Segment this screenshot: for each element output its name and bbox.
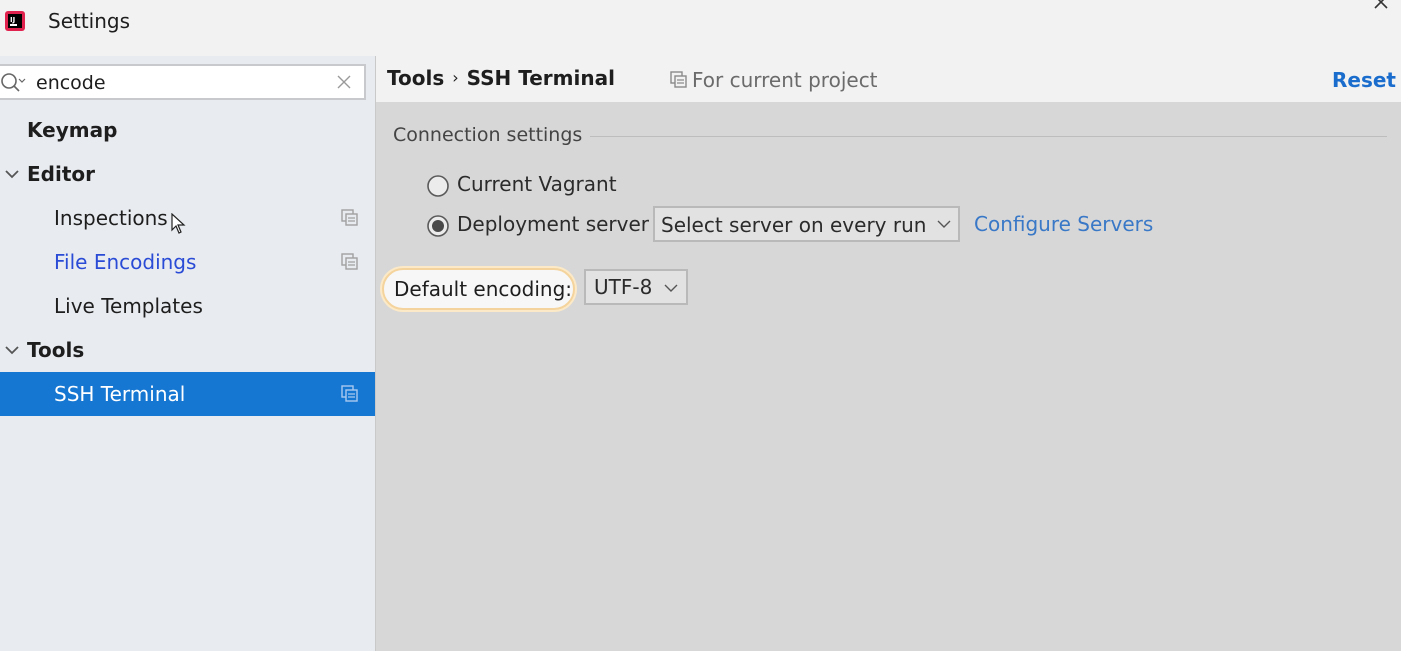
radio-unchecked-icon[interactable]	[426, 174, 450, 198]
configure-servers-link[interactable]: Configure Servers	[974, 212, 1153, 236]
sidebar-item-label: Inspections	[54, 206, 168, 230]
sidebar-item-tools[interactable]: Tools	[0, 328, 375, 372]
sidebar-item-file-encodings[interactable]: File Encodings	[0, 240, 375, 284]
breadcrumb-separator: ›	[452, 68, 459, 87]
title-bar: IJ Settings	[0, 0, 1401, 44]
scope-indicator: For current project	[670, 68, 878, 92]
window-title: Settings	[48, 9, 131, 33]
content-header: Tools › SSH Terminal For current project R…	[376, 56, 1401, 102]
breadcrumb-item: SSH Terminal	[466, 66, 615, 90]
sidebar-item-label: Keymap	[27, 118, 118, 142]
intellij-app-icon: IJ	[5, 11, 25, 31]
default-encoding-label: Default encoding:	[382, 268, 575, 310]
chevron-down-icon[interactable]	[4, 166, 20, 182]
sidebar-item-label: Tools	[27, 338, 85, 362]
svg-text:IJ: IJ	[10, 16, 15, 24]
radio-label: Current Vagrant	[457, 172, 617, 196]
search-box[interactable]	[0, 64, 366, 100]
chevron-down-icon[interactable]	[664, 283, 678, 293]
scope-label: For current project	[692, 68, 878, 92]
chevron-down-icon[interactable]	[4, 342, 20, 358]
connection-settings-title: Connection settings	[393, 124, 591, 146]
sidebar-item-inspections[interactable]: Inspections	[0, 196, 375, 240]
search-input[interactable]	[36, 70, 326, 96]
clear-search-icon[interactable]	[336, 74, 352, 90]
breadcrumb-item[interactable]: Tools	[387, 66, 444, 90]
encoding-select[interactable]: UTF-8	[584, 269, 688, 305]
radio-checked-icon[interactable]	[426, 214, 450, 238]
server-select[interactable]: Select server on every run	[653, 206, 960, 242]
close-icon[interactable]	[1373, 0, 1389, 10]
sidebar-item-label: SSH Terminal	[54, 382, 186, 406]
project-scope-icon	[341, 385, 358, 402]
search-icon[interactable]	[0, 72, 26, 94]
sidebar-item-editor[interactable]: Editor	[0, 152, 375, 196]
chevron-down-icon[interactable]	[937, 219, 951, 229]
group-separator	[576, 136, 1387, 137]
sidebar-item-label: Live Templates	[54, 294, 203, 318]
server-select-value: Select server on every run	[661, 213, 927, 237]
reset-link[interactable]: Reset	[1332, 68, 1396, 92]
settings-sidebar: Keymap Editor Inspections File Encodings…	[0, 56, 375, 651]
mouse-cursor-icon	[171, 213, 186, 234]
radio-label: Deployment server	[457, 212, 650, 236]
sidebar-item-ssh-terminal[interactable]: SSH Terminal	[0, 372, 375, 416]
project-scope-icon	[670, 71, 687, 88]
breadcrumb: Tools › SSH Terminal	[387, 66, 615, 90]
settings-content: Connection settings Current Vagrant Depl…	[376, 102, 1401, 651]
sidebar-item-keymap[interactable]: Keymap	[0, 108, 375, 152]
project-scope-icon	[341, 253, 358, 270]
sidebar-item-label: File Encodings	[54, 250, 197, 274]
sidebar-item-live-templates[interactable]: Live Templates	[0, 284, 375, 328]
project-scope-icon	[341, 209, 358, 226]
sidebar-item-label: Editor	[27, 162, 95, 186]
encoding-select-value: UTF-8	[594, 275, 653, 299]
